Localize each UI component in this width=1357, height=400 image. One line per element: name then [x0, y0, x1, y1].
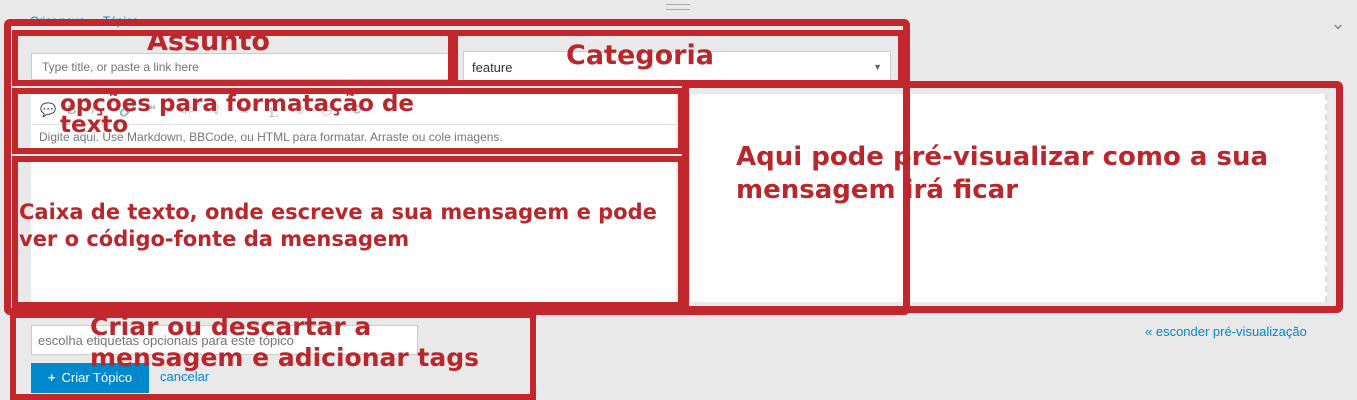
annotation-formatting-label: opções para formatação de texto — [60, 91, 415, 139]
annotation-preview-label: Aqui pode pré-visualizar como a sua mens… — [736, 142, 1269, 206]
annotation-actions-label: Criar ou descartar a mensagem e adiciona… — [90, 312, 480, 372]
resize-grip[interactable] — [666, 4, 690, 10]
chevron-down-icon[interactable]: ⌄ — [1329, 14, 1347, 32]
annotation-editor-label: Caixa de texto, onde escreve a sua mensa… — [19, 200, 657, 252]
annotation-category-label: Categoria — [566, 40, 714, 71]
annotation-subject-label: Assunto — [147, 26, 270, 57]
hide-preview-link[interactable]: « esconder pré-visualização — [1145, 324, 1307, 339]
